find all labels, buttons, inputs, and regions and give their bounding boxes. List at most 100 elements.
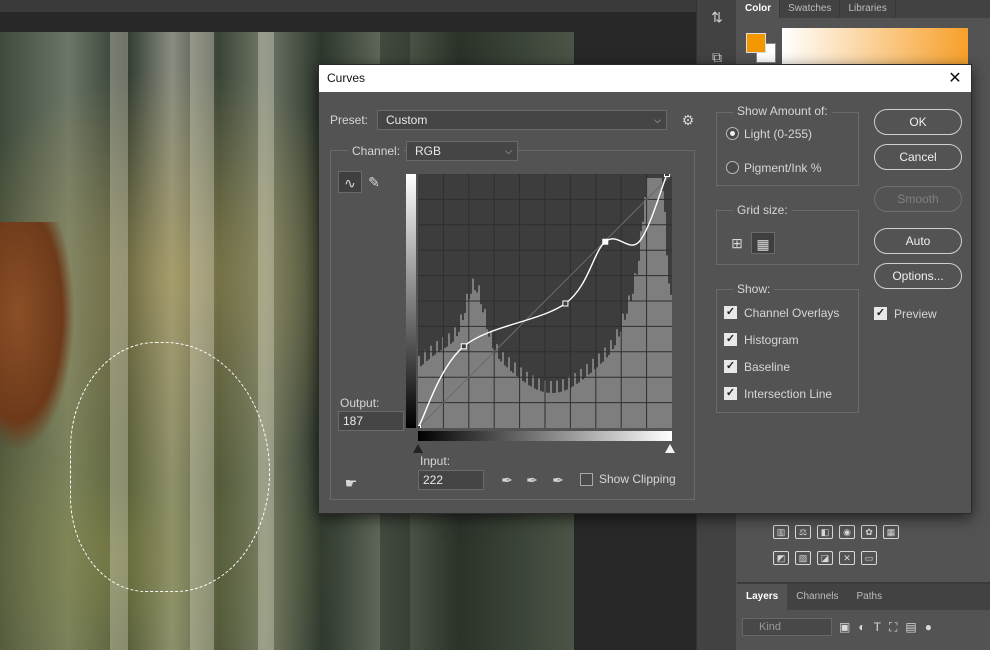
layer-kind-filter[interactable]: Kind (742, 618, 832, 636)
tab-libraries[interactable]: Libraries (840, 0, 896, 18)
preset-label: Preset: (330, 113, 369, 127)
shape-filter-icon[interactable]: ⛶ (889, 620, 897, 635)
auto-button[interactable]: Auto (874, 228, 962, 254)
type-filter-icon[interactable]: T (874, 620, 881, 635)
histogram-bar (622, 313, 624, 428)
input-gradient-bar (418, 431, 672, 441)
black-white-icon[interactable]: ◧ (817, 525, 833, 539)
histogram-bar (614, 345, 616, 428)
histogram-bar (582, 379, 584, 428)
histogram-bar (558, 392, 560, 428)
color-balance-icon[interactable]: ⚖ (795, 525, 811, 539)
layer-filter-icons: ▣ ◐ T ⛶ ▤ ● (839, 620, 932, 635)
histogram-bar (660, 178, 662, 428)
histogram-bar (522, 380, 524, 428)
adjustment-filter-icon[interactable]: ◐ (858, 620, 865, 635)
gradient-map-icon[interactable]: ✕ (839, 551, 855, 565)
histogram-bar (448, 333, 450, 428)
levels-icon[interactable]: ▥ (773, 525, 789, 539)
close-icon[interactable]: ✕ (945, 65, 965, 92)
pigment-radio[interactable] (726, 161, 739, 174)
targeted-adjustment-icon[interactable]: ☛ (339, 472, 363, 494)
pencil-tool-icon[interactable]: ✎ (362, 171, 386, 193)
intersection-line-checkbox[interactable]: ✓ (724, 387, 737, 400)
black-eyedropper-icon[interactable]: ✒ (495, 469, 519, 491)
options-button[interactable]: Options... (874, 263, 962, 289)
histogram-bar (618, 336, 620, 428)
histogram-bar (560, 391, 562, 428)
cancel-button[interactable]: Cancel (874, 144, 962, 170)
histogram-bar (648, 178, 650, 428)
dialog-title: Curves (327, 71, 366, 85)
histogram-bar (602, 361, 604, 428)
smart-object-filter-icon[interactable]: ▤ (905, 620, 916, 635)
histogram-bar (424, 350, 426, 428)
white-eyedropper-icon[interactable]: ✒ (546, 469, 570, 491)
curve-control-point[interactable] (602, 238, 609, 245)
black-point-slider[interactable] (413, 444, 423, 453)
show-clipping-label: Show Clipping (599, 472, 676, 486)
output-field[interactable]: 187 (338, 411, 404, 431)
channel-mixer-icon[interactable]: ✿ (861, 525, 877, 539)
tab-channels[interactable]: Channels (787, 584, 847, 610)
histogram-bar (528, 385, 530, 428)
channel-overlays-checkbox[interactable]: ✓ (724, 306, 737, 319)
histogram-bar (452, 341, 454, 428)
detailed-grid-icon[interactable]: ▦ (751, 232, 775, 254)
simple-grid-icon[interactable]: ⊞ (725, 232, 749, 254)
input-field[interactable]: 222 (418, 470, 484, 490)
color-lookup-icon[interactable]: ▦ (883, 525, 899, 539)
preset-options-gear-icon[interactable]: ⚙ (676, 109, 700, 131)
curve-point-tool-icon[interactable]: ∿ (338, 171, 362, 193)
histogram-bar (446, 346, 448, 428)
light-radio-label: Light (0-255) (744, 127, 813, 141)
histogram-bar (598, 353, 600, 428)
preview-checkbox[interactable]: ✓ (874, 307, 887, 320)
histogram-bar (460, 314, 462, 428)
curve-graph[interactable] (418, 174, 672, 428)
posterize-icon[interactable]: ▨ (795, 551, 811, 565)
channel-overlays-label: Channel Overlays (744, 306, 840, 320)
light-radio[interactable] (726, 127, 739, 140)
tab-paths[interactable]: Paths (848, 584, 892, 610)
foreground-color-swatch[interactable] (746, 33, 766, 53)
histogram-bar (478, 285, 480, 428)
histogram-bar (496, 344, 498, 428)
histogram-bar (580, 368, 582, 428)
smooth-button[interactable]: Smooth (874, 186, 962, 212)
baseline-checkbox[interactable]: ✓ (724, 360, 737, 373)
curve-control-point[interactable] (562, 300, 569, 307)
threshold-icon[interactable]: ◪ (817, 551, 833, 565)
document-tab-strip (0, 0, 696, 12)
histogram-bar (640, 231, 642, 428)
histogram-checkbox[interactable]: ✓ (724, 333, 737, 346)
histogram-bar (604, 347, 606, 428)
tab-color[interactable]: Color (737, 0, 781, 18)
dialog-titlebar[interactable]: Curves ✕ (319, 65, 971, 92)
photo-filter-icon[interactable]: ◉ (839, 525, 855, 539)
gray-eyedropper-icon[interactable]: ✒ (520, 469, 544, 491)
tab-swatches[interactable]: Swatches (780, 0, 841, 18)
histogram-bar (538, 378, 540, 428)
histogram-bar (516, 376, 518, 428)
intersection-line-label: Intersection Line (744, 387, 833, 401)
ok-button[interactable]: OK (874, 109, 962, 135)
white-point-slider[interactable] (665, 444, 675, 453)
curve-control-point[interactable] (418, 425, 421, 429)
selective-color-icon[interactable]: ▭ (861, 551, 877, 565)
histogram-bar (476, 292, 478, 428)
histogram-bar (588, 374, 590, 428)
histogram-bar (444, 347, 446, 428)
show-clipping-checkbox[interactable] (580, 473, 593, 486)
invert-icon[interactable]: ◩ (773, 551, 789, 565)
pixel-filter-icon[interactable]: ▣ (839, 620, 850, 635)
filter-toggle-icon[interactable]: ● (925, 620, 932, 635)
preset-dropdown[interactable]: Custom ⌵ (377, 110, 667, 130)
histogram-bar (668, 283, 670, 428)
history-icon[interactable]: ⇅ (706, 6, 728, 28)
curve-control-point[interactable] (460, 343, 467, 350)
channel-dropdown[interactable]: RGB ⌵ (406, 141, 518, 161)
histogram-bar (624, 319, 626, 428)
tab-layers[interactable]: Layers (737, 584, 788, 610)
curve-control-point[interactable] (664, 174, 671, 177)
